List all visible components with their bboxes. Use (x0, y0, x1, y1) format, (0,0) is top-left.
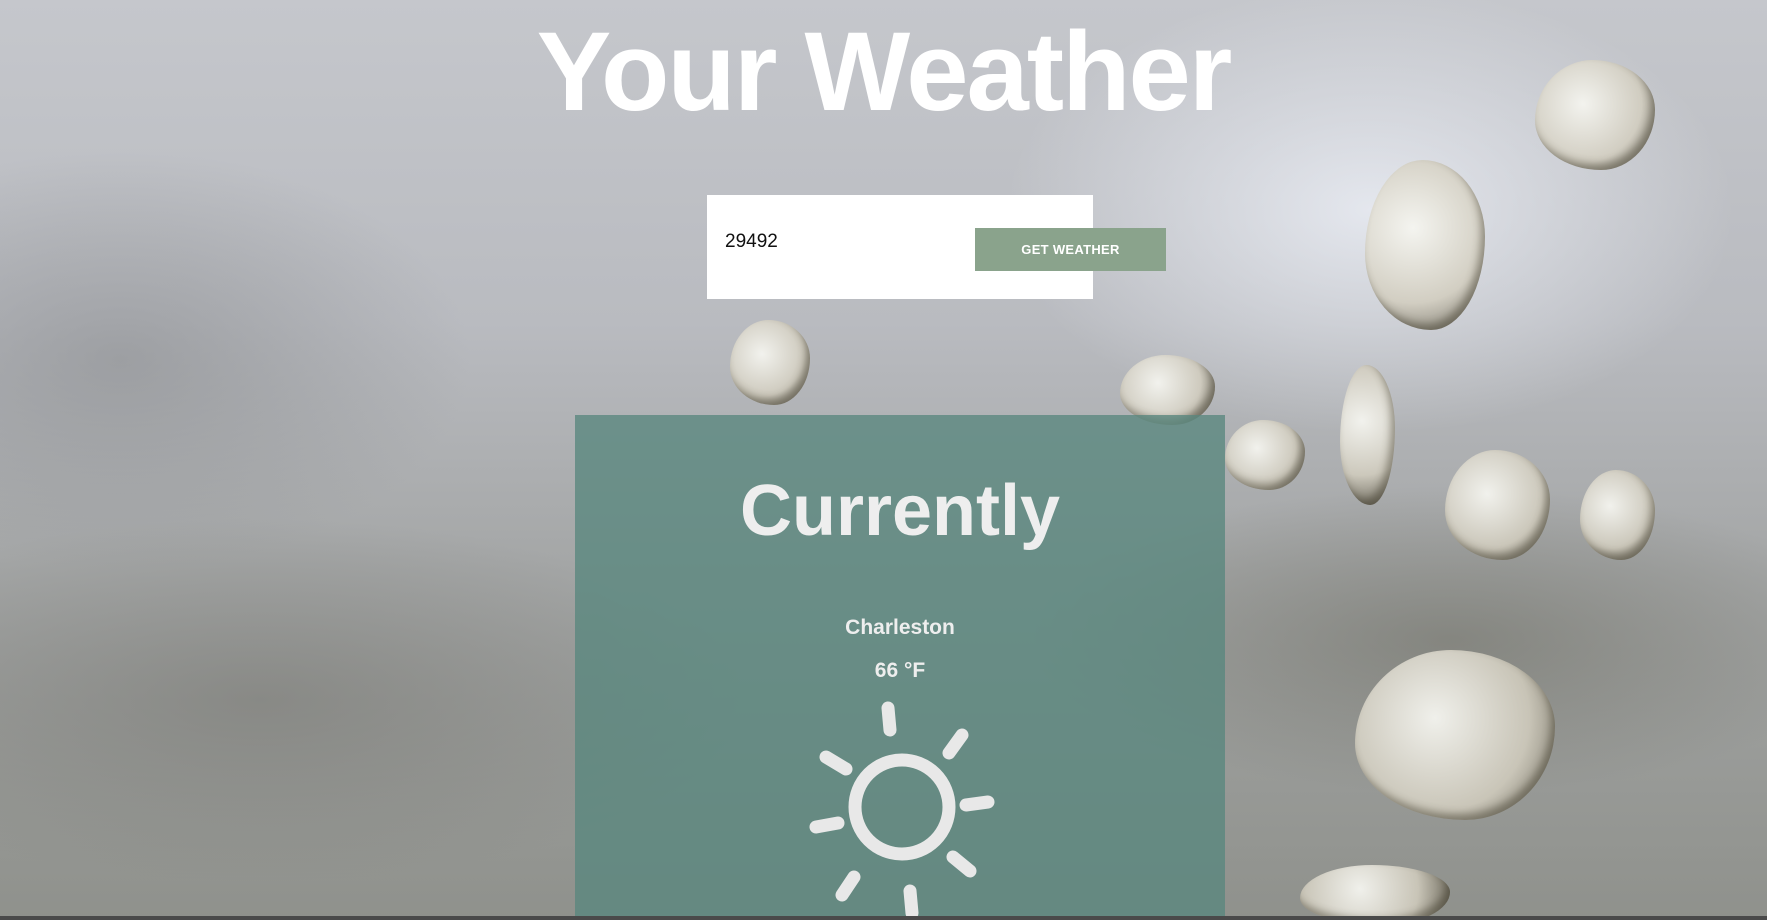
temperature-value: 66 °F (874, 659, 926, 682)
current-heading: Currently (739, 471, 1061, 551)
droplet-decoration (1355, 650, 1555, 820)
droplet-decoration (1365, 160, 1485, 330)
zip-code-input[interactable] (725, 225, 955, 259)
droplet-decoration (1225, 420, 1305, 490)
page-background: Your Weather GET WEATHER Currently Charl… (0, 0, 1767, 920)
droplet-decoration (730, 320, 810, 405)
droplet-decoration (1340, 365, 1395, 505)
sun-icon (809, 701, 995, 920)
city-name: Charleston (845, 616, 955, 639)
droplet-decoration (1300, 865, 1450, 920)
get-weather-button[interactable]: GET WEATHER (975, 228, 1166, 271)
droplet-decoration (1445, 450, 1550, 560)
page-title: Your Weather (536, 9, 1233, 134)
window-bottom-edge (0, 916, 1767, 920)
current-weather-card: Currently Charleston 66 °F (575, 415, 1225, 920)
droplet-decoration (1580, 470, 1655, 560)
